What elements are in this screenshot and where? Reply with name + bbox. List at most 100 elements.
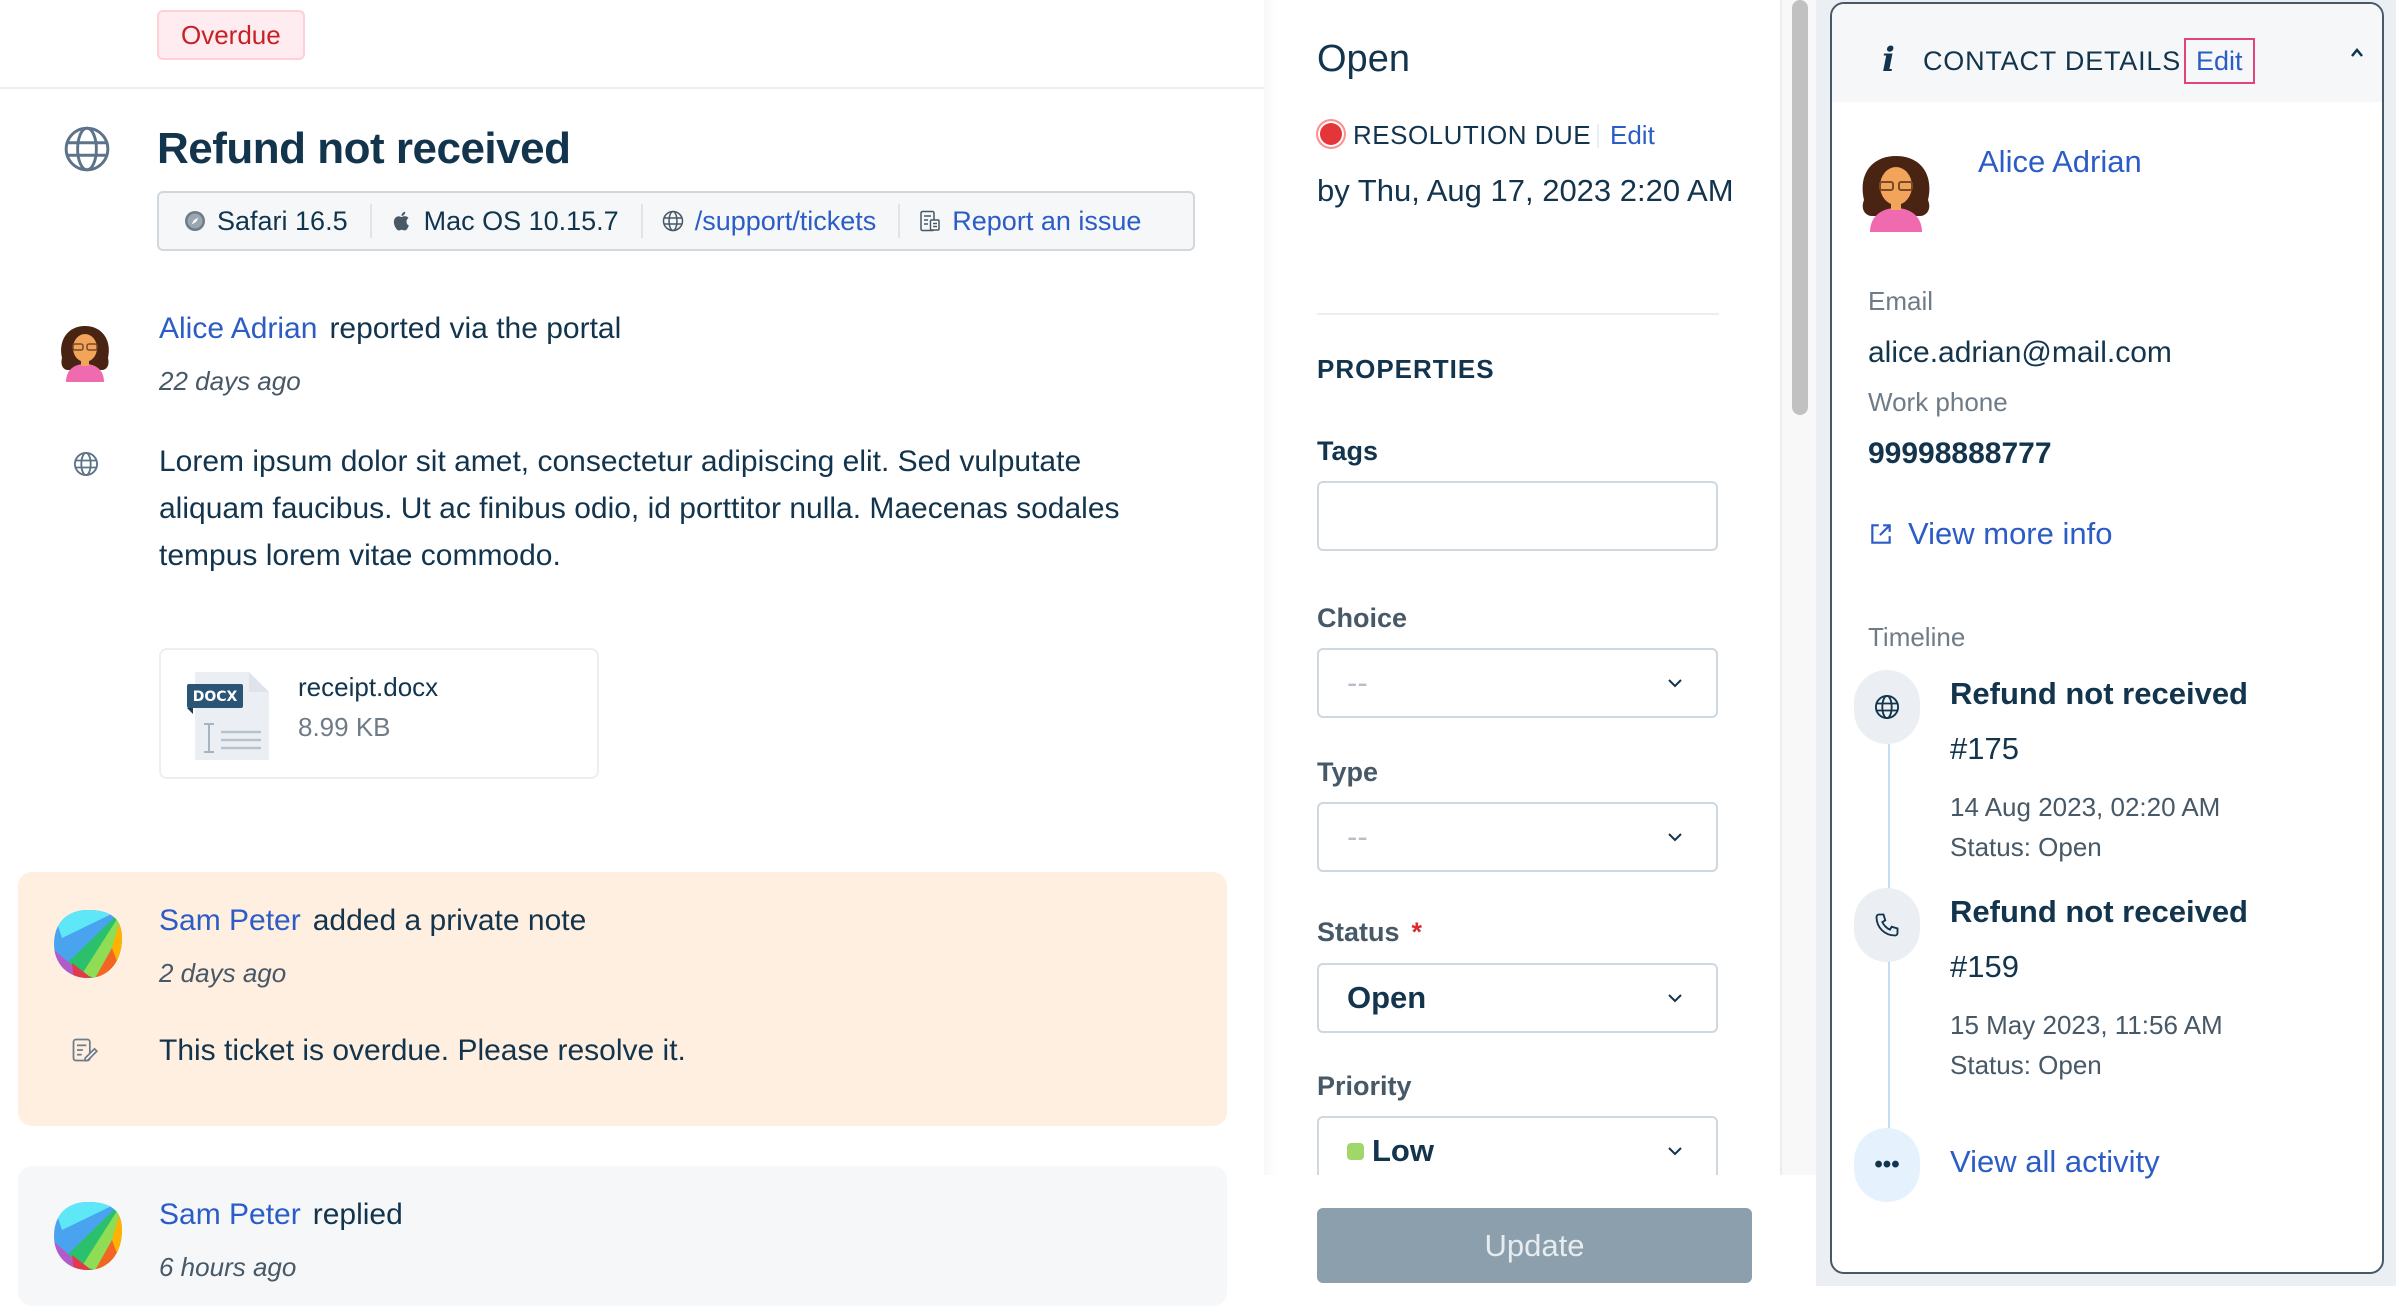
- resolution-edit-link[interactable]: Edit: [1610, 120, 1655, 151]
- globe-icon: [1874, 694, 1900, 720]
- message-body: Lorem ipsum dolor sit amet, consectetur …: [159, 445, 1120, 572]
- contact-card-header[interactable]: i CONTACT DETAILS Edit: [1832, 4, 2382, 102]
- chevron-up-icon[interactable]: [2348, 46, 2366, 60]
- page-info[interactable]: /support/tickets: [661, 206, 899, 237]
- tags-input[interactable]: [1317, 481, 1718, 551]
- timeline-ticket-number[interactable]: #175: [1950, 731, 2019, 767]
- tags-label: Tags: [1317, 436, 1379, 466]
- type-label: Type: [1317, 757, 1379, 787]
- priority-label: Priority: [1317, 1071, 1412, 1101]
- contact-details-card: i CONTACT DETAILS Edit Alice Adrian Emai…: [1830, 2, 2384, 1274]
- attachment-size: 8.99 KB: [298, 712, 391, 742]
- event-action: added a private note: [312, 904, 587, 937]
- reply-card: Sam Peter replied 6 hours ago: [18, 1166, 1227, 1306]
- alice-avatar: [61, 326, 109, 382]
- timeline-ticket-status: Status: Open: [1950, 832, 2102, 862]
- external-link-icon: [1871, 524, 1891, 544]
- chevron-down-icon: [1668, 833, 1682, 842]
- os-label: Mac OS 10.15.7: [423, 205, 619, 236]
- contact-pane: i CONTACT DETAILS Edit Alice Adrian Emai…: [1816, 0, 2396, 1286]
- email-value: alice.adrian@mail.com: [1868, 336, 2172, 369]
- timeline-ticket-status: Status: Open: [1950, 1050, 2102, 1080]
- event-time: 22 days ago: [159, 366, 301, 396]
- page-url-link[interactable]: /support/tickets: [695, 206, 877, 237]
- update-button[interactable]: Update: [1317, 1208, 1752, 1283]
- event-time: 6 hours ago: [159, 1252, 297, 1282]
- view-more-info-text[interactable]: View more info: [1908, 516, 2112, 552]
- timeline-label: Timeline: [1868, 622, 1966, 652]
- timeline-ticket-date: 15 May 2023, 11:56 AM: [1950, 1010, 2223, 1040]
- phone-value: 99998888777: [1868, 437, 2052, 470]
- phone-label: Work phone: [1868, 387, 2008, 417]
- author-link[interactable]: Sam Peter: [159, 904, 301, 937]
- conversation-pane: Overdue Refund not received Safari 16.5 …: [0, 0, 1264, 1306]
- author-link[interactable]: Alice Adrian: [159, 312, 317, 345]
- chevron-down-icon: [1668, 1147, 1682, 1156]
- view-more-info-link[interactable]: View more info: [1868, 516, 2112, 552]
- contact-avatar: [1862, 156, 1930, 232]
- required-marker: *: [1411, 917, 1423, 947]
- report-issue-link[interactable]: Report an issue: [952, 206, 1141, 237]
- priority-color-dot: [1347, 1143, 1364, 1160]
- note-header: Sam Peter added a private note: [159, 904, 586, 938]
- portal-globe-icon: [73, 451, 99, 477]
- divider: [1317, 313, 1719, 315]
- os-info: Mac OS 10.15.7: [390, 206, 641, 237]
- note-body: This ticket is overdue. Please resolve i…: [159, 1034, 686, 1067]
- timeline-icon-circle: [1854, 670, 1920, 744]
- separator: [1597, 124, 1599, 148]
- author-link[interactable]: Sam Peter: [159, 1198, 301, 1231]
- choice-label: Choice: [1317, 603, 1408, 633]
- type-value: --: [1347, 819, 1368, 854]
- status-label-text: Status: [1317, 917, 1400, 947]
- resolution-status-dot: [1318, 121, 1344, 147]
- status-value: Open: [1347, 980, 1427, 1015]
- chevron-down-icon: [1668, 679, 1682, 688]
- timeline-ticket-title[interactable]: Refund not received: [1950, 894, 2248, 930]
- sam-avatar: [54, 1202, 122, 1270]
- docx-type-label: DOCX: [193, 689, 238, 705]
- timeline-ticket-date: 14 Aug 2023, 02:20 AM: [1950, 792, 2221, 822]
- sam-avatar: [54, 910, 122, 978]
- attachment-card[interactable]: DOCX receipt.docx 8.99 KB: [159, 648, 599, 779]
- report-issue[interactable]: Report an issue: [918, 206, 1163, 237]
- contact-name-link[interactable]: Alice Adrian: [1978, 144, 2142, 180]
- priority-value: Low: [1372, 1133, 1434, 1168]
- safari-icon: [185, 211, 205, 231]
- choice-value: --: [1347, 665, 1368, 700]
- timeline-ticket-title[interactable]: Refund not received: [1950, 676, 2248, 712]
- event-action: replied: [312, 1198, 403, 1231]
- phone-icon: [1875, 913, 1899, 937]
- globe-icon: [64, 126, 110, 172]
- note-icon: [72, 1038, 98, 1062]
- resolution-due-date: by Thu, Aug 17, 2023 2:20 AM: [1317, 173, 1734, 208]
- more-icon[interactable]: •••: [1854, 1128, 1920, 1202]
- status-select[interactable]: Open: [1317, 963, 1718, 1033]
- properties-pane: Open RESOLUTION DUE Edit by Thu, Aug 17,…: [1264, 0, 1814, 1286]
- choice-select[interactable]: --: [1317, 648, 1718, 718]
- browser-label: Safari 16.5: [217, 205, 348, 236]
- info-icon: i: [1882, 40, 1895, 80]
- docx-file-icon: DOCX: [187, 672, 269, 760]
- event-action: reported via the portal: [329, 312, 622, 345]
- header-divider: [0, 87, 1264, 89]
- properties-scrollbar-thumb[interactable]: [1792, 0, 1808, 415]
- resolution-due-label: RESOLUTION DUE: [1353, 120, 1592, 150]
- timeline-ticket-number[interactable]: #159: [1950, 949, 2019, 985]
- meta-separator: [898, 204, 901, 238]
- contact-edit-link[interactable]: Edit: [2184, 38, 2255, 84]
- attachment-name[interactable]: receipt.docx: [298, 672, 438, 703]
- properties-heading: PROPERTIES: [1317, 354, 1495, 384]
- initial-message-header: Alice Adrian reported via the portal: [159, 312, 621, 346]
- overdue-badge: Overdue: [157, 10, 305, 60]
- ticket-title: Refund not received: [157, 124, 571, 173]
- timeline-icon-circle: [1854, 888, 1920, 962]
- type-select[interactable]: --: [1317, 802, 1718, 872]
- private-note-card: Sam Peter added a private note 2 days ago…: [18, 872, 1227, 1126]
- view-all-activity-link[interactable]: View all activity: [1950, 1144, 2160, 1180]
- meta-separator: [640, 204, 643, 238]
- apple-icon: [393, 211, 409, 231]
- reply-header: Sam Peter replied: [159, 1198, 403, 1232]
- browser-info: Safari 16.5: [183, 206, 370, 237]
- globe-icon: [662, 210, 683, 232]
